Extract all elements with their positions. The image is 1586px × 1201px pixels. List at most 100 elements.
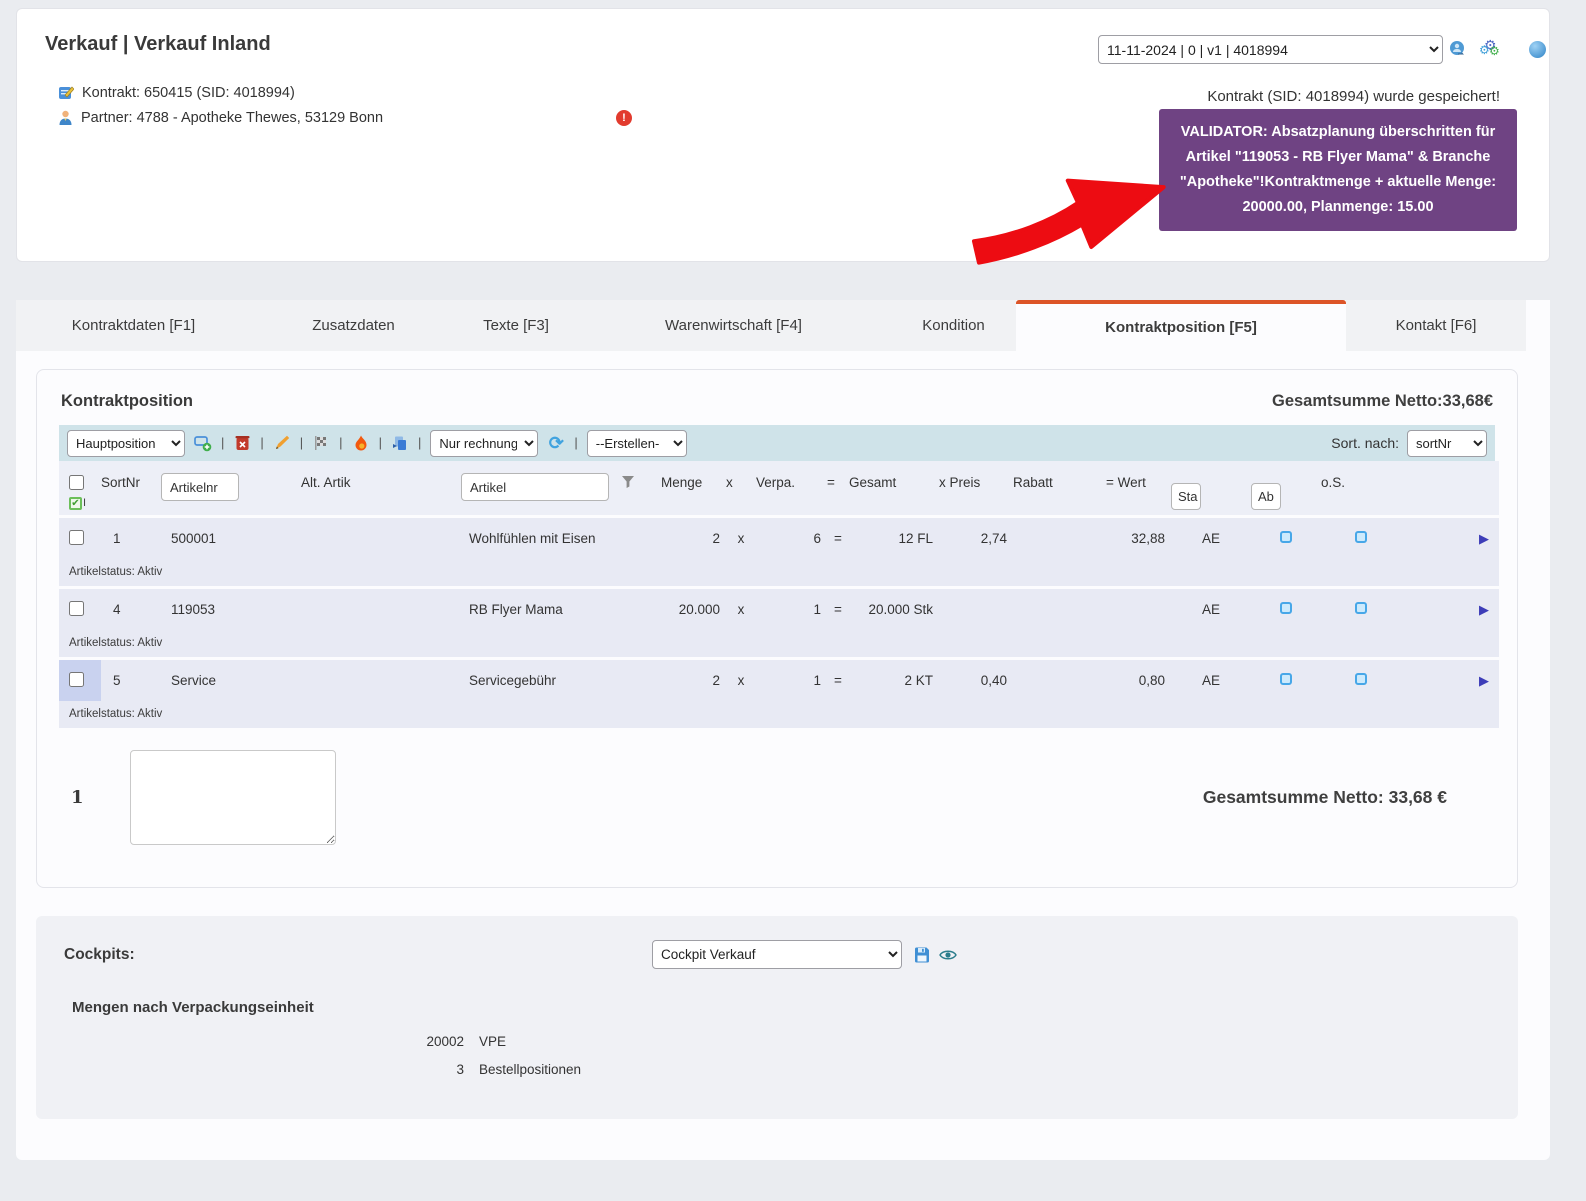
tab-warenwirtschaft[interactable]: Warenwirtschaft [F4] <box>576 300 891 351</box>
cell-sortnr: 4 <box>101 586 161 630</box>
tabbar: Kontraktdaten [F1] Zusatzdaten Texte [F3… <box>16 300 1550 351</box>
article-status-label: Artikelstatus: Aktiv <box>59 701 1499 728</box>
stat-value-bestellpositionen: 3 <box>456 1062 464 1077</box>
header-mult-sign: x <box>726 461 756 515</box>
row-expand-arrow[interactable]: ▶ <box>1479 602 1489 617</box>
status-filter-box[interactable]: Sta <box>1171 483 1201 510</box>
row-select-checkbox[interactable] <box>69 671 84 687</box>
tab-zusatzdaten[interactable]: Zusatzdaten <box>251 300 456 351</box>
header-status-cell: Sta <box>1171 461 1251 515</box>
row-expand-arrow[interactable]: ▶ <box>1479 673 1489 688</box>
create-select[interactable]: --Erstellen- <box>586 429 687 457</box>
artikel-filter-input[interactable] <box>461 473 609 501</box>
cell-sortnr: 5 <box>101 657 161 701</box>
ab-checkbox[interactable] <box>1280 673 1292 685</box>
header-preis: x Preis <box>939 461 1013 515</box>
cell-artikelnr: Service <box>161 657 301 701</box>
cell-status: AE <box>1171 515 1251 559</box>
tab-kondition[interactable]: Kondition <box>891 300 1016 351</box>
save-icon[interactable] <box>914 947 930 963</box>
tabbar-filler <box>1526 300 1550 351</box>
cell-artikelnr: 119053 <box>161 586 301 630</box>
row-select-cell <box>59 515 101 559</box>
cell-gesamt: 2 KT <box>849 657 939 701</box>
position-table-body: 1 500001 Wohlfühlen mit Eisen 2 x 6 = 12 FL 2,74… <box>59 515 1499 728</box>
cell-menge: 2 <box>661 515 726 559</box>
cell-wert: 0,80 <box>1106 657 1171 701</box>
row-select-checkbox[interactable] <box>69 529 84 545</box>
validator-toast: VALIDATOR: Absatzplanung überschritten f… <box>1159 109 1517 231</box>
position-type-select[interactable]: Hauptposition <box>67 429 185 457</box>
header-wert: = Wert <box>1106 461 1171 515</box>
row-select-checkbox[interactable] <box>69 600 84 616</box>
article-status-label: Artikelstatus: Aktiv <box>59 559 1499 586</box>
copy-position-icon[interactable] <box>391 434 409 452</box>
header-select-all-cell: ✔ I <box>59 461 101 515</box>
cell-os <box>1321 586 1401 630</box>
position-note-textarea[interactable] <box>129 750 336 845</box>
os-checkbox[interactable] <box>1355 602 1367 614</box>
ab-checkbox[interactable] <box>1280 602 1292 614</box>
cell-artikel: Servicegebühr <box>461 657 621 701</box>
cell-mult-sign: x <box>726 586 756 630</box>
cursor-bar: I <box>83 497 87 509</box>
cell-eq-sign: = <box>827 586 849 630</box>
cell-arrow: ▶ <box>1401 586 1499 630</box>
cockpit-select[interactable]: Cockpit Verkauf <box>652 940 902 969</box>
partner-label: Partner: 4788 - Apotheke Thewes, 53129 B… <box>81 110 384 126</box>
os-checkbox[interactable] <box>1355 531 1367 543</box>
cell-arrow: ▶ <box>1401 657 1499 701</box>
eye-preview-icon[interactable] <box>939 949 957 961</box>
kontrakt-label: Kontrakt: 650415 (SID: 4018994) <box>82 85 295 101</box>
delete-position-icon[interactable] <box>233 434 251 452</box>
row-expand-arrow[interactable]: ▶ <box>1479 531 1489 546</box>
table-row: 4 119053 RB Flyer Mama 20.000 x 1 = 20.000 Stk A… <box>59 586 1499 630</box>
page-title: Verkauf | Verkauf Inland <box>45 33 271 55</box>
cell-alt-artikel <box>301 586 461 630</box>
table-header-row: ✔I SortNr Alt. Artik Menge <box>59 461 1499 515</box>
cell-wert <box>1106 586 1171 630</box>
header-artikelnr-cell <box>161 461 301 515</box>
cell-rabatt <box>1013 515 1106 559</box>
tab-kontraktposition[interactable]: Kontraktposition [F5] <box>1016 300 1346 351</box>
contract-header-card: Verkauf | Verkauf Inland Kontrakt: 65041… <box>16 8 1550 265</box>
finish-flag-icon[interactable] <box>312 434 330 452</box>
ab-filter-box[interactable]: Ab <box>1251 483 1281 510</box>
tab-kontraktdaten[interactable]: Kontraktdaten [F1] <box>16 300 251 351</box>
article-status-label: Artikelstatus: Aktiv <box>59 630 1499 657</box>
add-position-icon[interactable] <box>194 434 212 452</box>
header-icon-group: ⚙ ⚙ ⚙ <box>1449 37 1546 58</box>
settings-gears-icon[interactable]: ⚙ ⚙ ⚙ <box>1479 37 1501 58</box>
panel-footer: 1 Gesamtsumme Netto: 33,68 € <box>71 750 1481 845</box>
ab-checkbox[interactable] <box>1280 531 1292 543</box>
red-highlight-arrow <box>971 178 1166 265</box>
globe-sphere-icon[interactable] <box>1529 40 1546 58</box>
invoice-filter-select[interactable]: Nur rechnung <box>430 429 539 457</box>
cell-status: AE <box>1171 586 1251 630</box>
kontrakt-info-line: Kontrakt: 650415 (SID: 4018994) <box>58 85 295 101</box>
select-all-checkbox[interactable] <box>69 475 84 490</box>
check-all-icon[interactable]: ✔ <box>69 497 82 510</box>
tab-texte[interactable]: Texte [F3] <box>456 300 576 351</box>
version-select[interactable]: 11-11-2024 | 0 | v1 | 4018994 <box>1098 35 1443 64</box>
stat-value-vpe: 20002 <box>426 1034 464 1049</box>
cell-ab <box>1251 586 1321 630</box>
header-alt-artikel: Alt. Artik <box>301 461 461 515</box>
contract-note-icon <box>59 86 74 99</box>
artikelnr-filter-input[interactable] <box>161 473 239 501</box>
header-sortnr: SortNr <box>101 461 161 515</box>
cell-artikelnr: 500001 <box>161 515 301 559</box>
filter-funnel-icon[interactable] <box>621 475 635 489</box>
sort-select[interactable]: sortNr <box>1407 429 1487 457</box>
os-checkbox[interactable] <box>1355 673 1367 685</box>
row-select-cell <box>59 586 101 630</box>
cell-gesamt: 20.000 Stk <box>849 586 939 630</box>
refresh-icon[interactable]: ⟳ <box>547 434 565 452</box>
cell-rabatt <box>1013 657 1106 701</box>
contact-refresh-icon[interactable] <box>1449 40 1467 58</box>
stat-label-bestellpositionen: Bestellpositionen <box>479 1062 582 1077</box>
edit-pencil-icon[interactable] <box>273 434 291 452</box>
tab-kontakt[interactable]: Kontakt [F6] <box>1346 300 1526 351</box>
flame-icon[interactable] <box>352 434 370 452</box>
cell-mult-sign: x <box>726 657 756 701</box>
